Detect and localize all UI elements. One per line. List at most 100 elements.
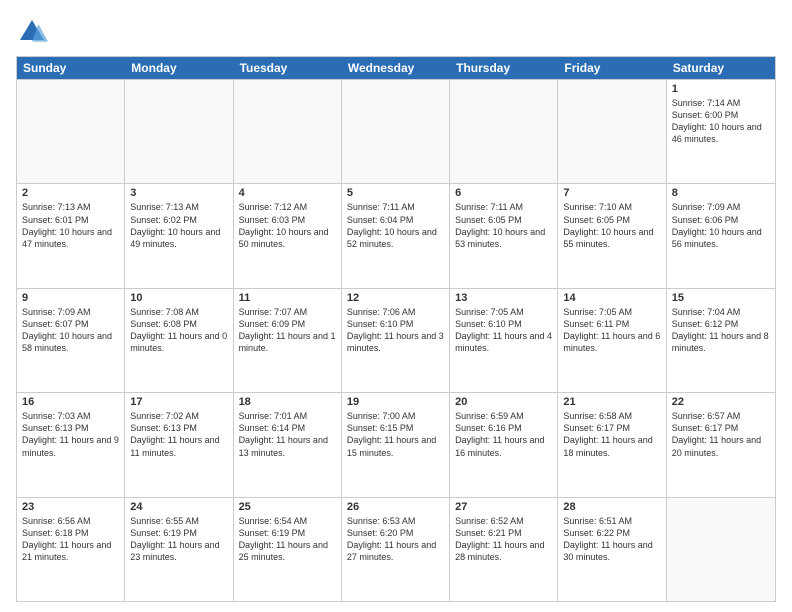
day-number: 8 <box>672 187 770 199</box>
day-number: 23 <box>22 501 119 513</box>
weekday-header: Tuesday <box>234 57 342 79</box>
calendar-cell: 9 Sunrise: 7:09 AM Sunset: 6:07 PM Daylig… <box>17 289 125 392</box>
calendar-cell <box>450 80 558 183</box>
calendar-cell <box>342 80 450 183</box>
calendar-cell: 17Sunrise: 7:02 AM Sunset: 6:13 PM Dayli… <box>125 393 233 496</box>
calendar-cell: 24 Sunrise: 6:55 AM Sunset: 6:19 PM Dayli… <box>125 498 233 601</box>
day-info: Sunrise: 6:52 AM Sunset: 6:21 PM Dayligh… <box>455 515 552 564</box>
day-info: Sunrise: 6:58 AM Sunset: 6:17 PM Dayligh… <box>563 410 660 459</box>
day-info: Sunrise: 7:09 AM Sunset: 6:06 PM Dayligh… <box>672 201 770 250</box>
calendar-cell: 14 Sunrise: 7:05 AM Sunset: 6:11 PM Dayli… <box>558 289 666 392</box>
day-info: Sunrise: 7:09 AM Sunset: 6:07 PM Dayligh… <box>22 306 119 355</box>
calendar-cell: 7 Sunrise: 7:10 AM Sunset: 6:05 PM Daylig… <box>558 184 666 287</box>
page: SundayMondayTuesdayWednesdayThursdayFrid… <box>0 0 792 612</box>
weekday-header: Sunday <box>17 57 125 79</box>
day-info: Sunrise: 7:04 AM Sunset: 6:12 PM Dayligh… <box>672 306 770 355</box>
day-number: 16 <box>22 396 119 408</box>
calendar-cell: 23 Sunrise: 6:56 AM Sunset: 6:18 PM Dayli… <box>17 498 125 601</box>
day-number: 21 <box>563 396 660 408</box>
day-number: 12 <box>347 292 444 304</box>
day-info: Sunrise: 7:05 AM Sunset: 6:10 PM Dayligh… <box>455 306 552 355</box>
day-number: 4 <box>239 187 336 199</box>
weekday-header: Saturday <box>667 57 775 79</box>
calendar-cell: 28 Sunrise: 6:51 AM Sunset: 6:22 PM Dayli… <box>558 498 666 601</box>
calendar-row: 16 Sunrise: 7:03 AM Sunset: 6:13 PM Dayli… <box>17 392 775 496</box>
day-info: Sunrise: 7:12 AM Sunset: 6:03 PM Dayligh… <box>239 201 336 250</box>
day-number: 9 <box>22 292 119 304</box>
calendar-cell: 21 Sunrise: 6:58 AM Sunset: 6:17 PM Dayli… <box>558 393 666 496</box>
day-info: Sunrise: 6:51 AM Sunset: 6:22 PM Dayligh… <box>563 515 660 564</box>
weekday-header: Thursday <box>450 57 558 79</box>
day-info: Sunrise: 7:02 AM Sunset: 6:13 PM Dayligh… <box>130 410 227 459</box>
day-number: 19 <box>347 396 444 408</box>
calendar-cell: 6Sunrise: 7:11 AM Sunset: 6:05 PM Daylig… <box>450 184 558 287</box>
day-info: Sunrise: 7:11 AM Sunset: 6:05 PM Dayligh… <box>455 201 552 250</box>
day-info: Sunrise: 7:06 AM Sunset: 6:10 PM Dayligh… <box>347 306 444 355</box>
day-info: Sunrise: 7:03 AM Sunset: 6:13 PM Dayligh… <box>22 410 119 459</box>
day-info: Sunrise: 7:11 AM Sunset: 6:04 PM Dayligh… <box>347 201 444 250</box>
day-number: 25 <box>239 501 336 513</box>
calendar-cell <box>667 498 775 601</box>
day-number: 22 <box>672 396 770 408</box>
day-number: 7 <box>563 187 660 199</box>
day-number: 20 <box>455 396 552 408</box>
header <box>16 16 776 48</box>
calendar-cell: 26 Sunrise: 6:53 AM Sunset: 6:20 PM Dayli… <box>342 498 450 601</box>
calendar-cell <box>234 80 342 183</box>
day-info: Sunrise: 6:55 AM Sunset: 6:19 PM Dayligh… <box>130 515 227 564</box>
calendar-cell: 11 Sunrise: 7:07 AM Sunset: 6:09 PM Dayli… <box>234 289 342 392</box>
calendar-cell <box>17 80 125 183</box>
day-number: 28 <box>563 501 660 513</box>
day-info: Sunrise: 6:57 AM Sunset: 6:17 PM Dayligh… <box>672 410 770 459</box>
calendar-cell: 16 Sunrise: 7:03 AM Sunset: 6:13 PM Dayli… <box>17 393 125 496</box>
day-info: Sunrise: 6:54 AM Sunset: 6:19 PM Dayligh… <box>239 515 336 564</box>
day-info: Sunrise: 7:01 AM Sunset: 6:14 PM Dayligh… <box>239 410 336 459</box>
calendar-cell: 22 Sunrise: 6:57 AM Sunset: 6:17 PM Dayli… <box>667 393 775 496</box>
day-info: Sunrise: 7:00 AM Sunset: 6:15 PM Dayligh… <box>347 410 444 459</box>
calendar-body: 1 Sunrise: 7:14 AM Sunset: 6:00 PM Daylig… <box>17 79 775 601</box>
day-number: 11 <box>239 292 336 304</box>
calendar-cell: 25 Sunrise: 6:54 AM Sunset: 6:19 PM Dayli… <box>234 498 342 601</box>
weekday-header: Wednesday <box>342 57 450 79</box>
calendar-cell: 19 Sunrise: 7:00 AM Sunset: 6:15 PM Dayli… <box>342 393 450 496</box>
calendar-cell: 2Sunrise: 7:13 AM Sunset: 6:01 PM Daylig… <box>17 184 125 287</box>
calendar-cell: 10Sunrise: 7:08 AM Sunset: 6:08 PM Dayli… <box>125 289 233 392</box>
logo-icon <box>16 16 48 48</box>
calendar-cell: 8 Sunrise: 7:09 AM Sunset: 6:06 PM Daylig… <box>667 184 775 287</box>
calendar-row: 9 Sunrise: 7:09 AM Sunset: 6:07 PM Daylig… <box>17 288 775 392</box>
calendar-cell: 15 Sunrise: 7:04 AM Sunset: 6:12 PM Dayli… <box>667 289 775 392</box>
day-info: Sunrise: 6:56 AM Sunset: 6:18 PM Dayligh… <box>22 515 119 564</box>
day-info: Sunrise: 7:14 AM Sunset: 6:00 PM Dayligh… <box>672 97 770 146</box>
day-number: 26 <box>347 501 444 513</box>
day-number: 1 <box>672 83 770 95</box>
day-number: 3 <box>130 187 227 199</box>
day-info: Sunrise: 7:13 AM Sunset: 6:01 PM Dayligh… <box>22 201 119 250</box>
calendar-cell <box>558 80 666 183</box>
day-info: Sunrise: 6:53 AM Sunset: 6:20 PM Dayligh… <box>347 515 444 564</box>
day-number: 10 <box>130 292 227 304</box>
calendar-row: 1 Sunrise: 7:14 AM Sunset: 6:00 PM Daylig… <box>17 79 775 183</box>
calendar-cell: 13 Sunrise: 7:05 AM Sunset: 6:10 PM Dayli… <box>450 289 558 392</box>
day-info: Sunrise: 7:05 AM Sunset: 6:11 PM Dayligh… <box>563 306 660 355</box>
calendar: SundayMondayTuesdayWednesdayThursdayFrid… <box>16 56 776 602</box>
day-number: 13 <box>455 292 552 304</box>
calendar-row: 2Sunrise: 7:13 AM Sunset: 6:01 PM Daylig… <box>17 183 775 287</box>
day-number: 18 <box>239 396 336 408</box>
calendar-cell: 12 Sunrise: 7:06 AM Sunset: 6:10 PM Dayli… <box>342 289 450 392</box>
day-number: 24 <box>130 501 227 513</box>
day-info: Sunrise: 7:10 AM Sunset: 6:05 PM Dayligh… <box>563 201 660 250</box>
day-number: 14 <box>563 292 660 304</box>
day-info: Sunrise: 7:07 AM Sunset: 6:09 PM Dayligh… <box>239 306 336 355</box>
calendar-cell: 20 Sunrise: 6:59 AM Sunset: 6:16 PM Dayli… <box>450 393 558 496</box>
day-number: 15 <box>672 292 770 304</box>
calendar-row: 23 Sunrise: 6:56 AM Sunset: 6:18 PM Dayli… <box>17 497 775 601</box>
day-info: Sunrise: 6:59 AM Sunset: 6:16 PM Dayligh… <box>455 410 552 459</box>
calendar-header: SundayMondayTuesdayWednesdayThursdayFrid… <box>17 57 775 79</box>
day-number: 27 <box>455 501 552 513</box>
day-number: 5 <box>347 187 444 199</box>
calendar-cell: 27 Sunrise: 6:52 AM Sunset: 6:21 PM Dayli… <box>450 498 558 601</box>
calendar-cell: 18 Sunrise: 7:01 AM Sunset: 6:14 PM Dayli… <box>234 393 342 496</box>
logo <box>16 16 52 48</box>
weekday-header: Monday <box>125 57 233 79</box>
weekday-header: Friday <box>558 57 666 79</box>
